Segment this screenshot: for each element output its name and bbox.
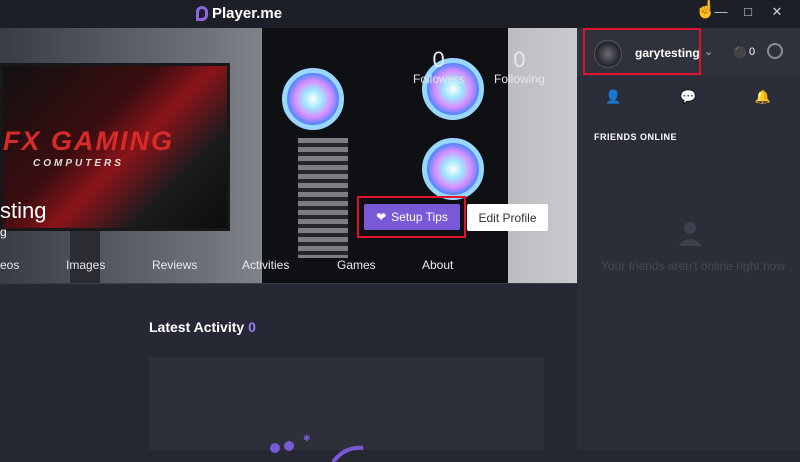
tab-activities[interactable]: Activities — [242, 258, 289, 272]
tab-notifications[interactable]: 🔔 — [726, 76, 800, 118]
latest-activity-heading: Latest Activity 0 — [149, 319, 256, 335]
tab-reviews[interactable]: Reviews — [152, 258, 197, 272]
sidebar-tabs: 👤 💬 🔔 — [577, 76, 800, 118]
profile-name: sting — [0, 198, 47, 223]
followers-stat[interactable]: 0 Followers — [413, 47, 465, 87]
empty-activity-illustration: ✱ — [270, 433, 363, 462]
banner-brand-text: FX GAMING — [3, 126, 174, 156]
tab-videos[interactable]: eos — [0, 258, 19, 272]
tab-about[interactable]: About — [422, 258, 453, 272]
main-panel: FX GAMING COMPUTERS 0 Followers 0 Follow… — [0, 28, 577, 450]
friends-online-label: FRIENDS ONLINE — [594, 132, 678, 142]
user-placeholder-icon — [678, 222, 702, 246]
heart-icon: ❤ — [376, 210, 387, 224]
latest-activity-count: 0 — [248, 319, 256, 335]
coin-count: 0 — [749, 46, 756, 58]
profile-tabs: eos Images Reviews Activities Games Abou… — [0, 256, 577, 283]
profile-cover: FX GAMING COMPUTERS 0 Followers 0 Follow… — [0, 28, 577, 283]
following-label: Following — [494, 72, 545, 86]
coin-icon: ⚫ — [733, 47, 747, 59]
tab-messages[interactable]: 💬 — [652, 76, 726, 118]
app-logo[interactable]: Player.me — [196, 5, 282, 22]
maximize-button[interactable]: □ — [741, 5, 755, 19]
app-name: Player.me — [212, 5, 283, 22]
title-bar: Player.me — □ ✕ ☝ — [0, 0, 800, 28]
following-stat[interactable]: 0 Following — [494, 47, 545, 87]
account-bar: garytesting ⌄ ⚫ 0 — [577, 28, 800, 76]
avatar[interactable] — [594, 40, 622, 68]
settings-icon[interactable] — [767, 43, 783, 59]
tab-friends[interactable]: 👤 — [577, 76, 651, 118]
setup-tips-label: Setup Tips — [391, 210, 448, 224]
messages-icon: 💬 — [680, 89, 697, 104]
setup-tips-button[interactable]: ❤ Setup Tips — [364, 204, 460, 230]
tab-images[interactable]: Images — [66, 258, 105, 272]
followers-count: 0 — [432, 47, 445, 72]
tabs-divider — [0, 283, 577, 284]
friends-icon: 👤 — [605, 89, 622, 104]
profile-subtitle: g — [0, 225, 7, 239]
followers-label: Followers — [413, 72, 465, 86]
close-button[interactable]: ✕ — [770, 5, 784, 19]
account-username[interactable]: garytesting — [635, 46, 700, 60]
banner-pc-case-image — [262, 28, 508, 283]
edit-profile-button[interactable]: Edit Profile — [467, 204, 548, 231]
player-me-logo-icon — [196, 6, 208, 21]
friends-sidebar: garytesting ⌄ ⚫ 0 👤 💬 🔔 FRIENDS ONLINE Y… — [577, 28, 800, 450]
notifications-icon: 🔔 — [754, 89, 772, 104]
chevron-down-icon[interactable]: ⌄ — [704, 45, 713, 58]
svg-text:✱: ✱ — [303, 433, 311, 443]
banner-brand-subtext: COMPUTERS — [33, 158, 124, 169]
latest-activity-title: Latest Activity — [149, 319, 245, 335]
hand-cursor-icon: ☝ — [695, 0, 717, 19]
following-count: 0 — [513, 47, 526, 72]
tab-games[interactable]: Games — [337, 258, 376, 272]
friends-empty-message: Your friends aren't online right now — [601, 259, 785, 273]
